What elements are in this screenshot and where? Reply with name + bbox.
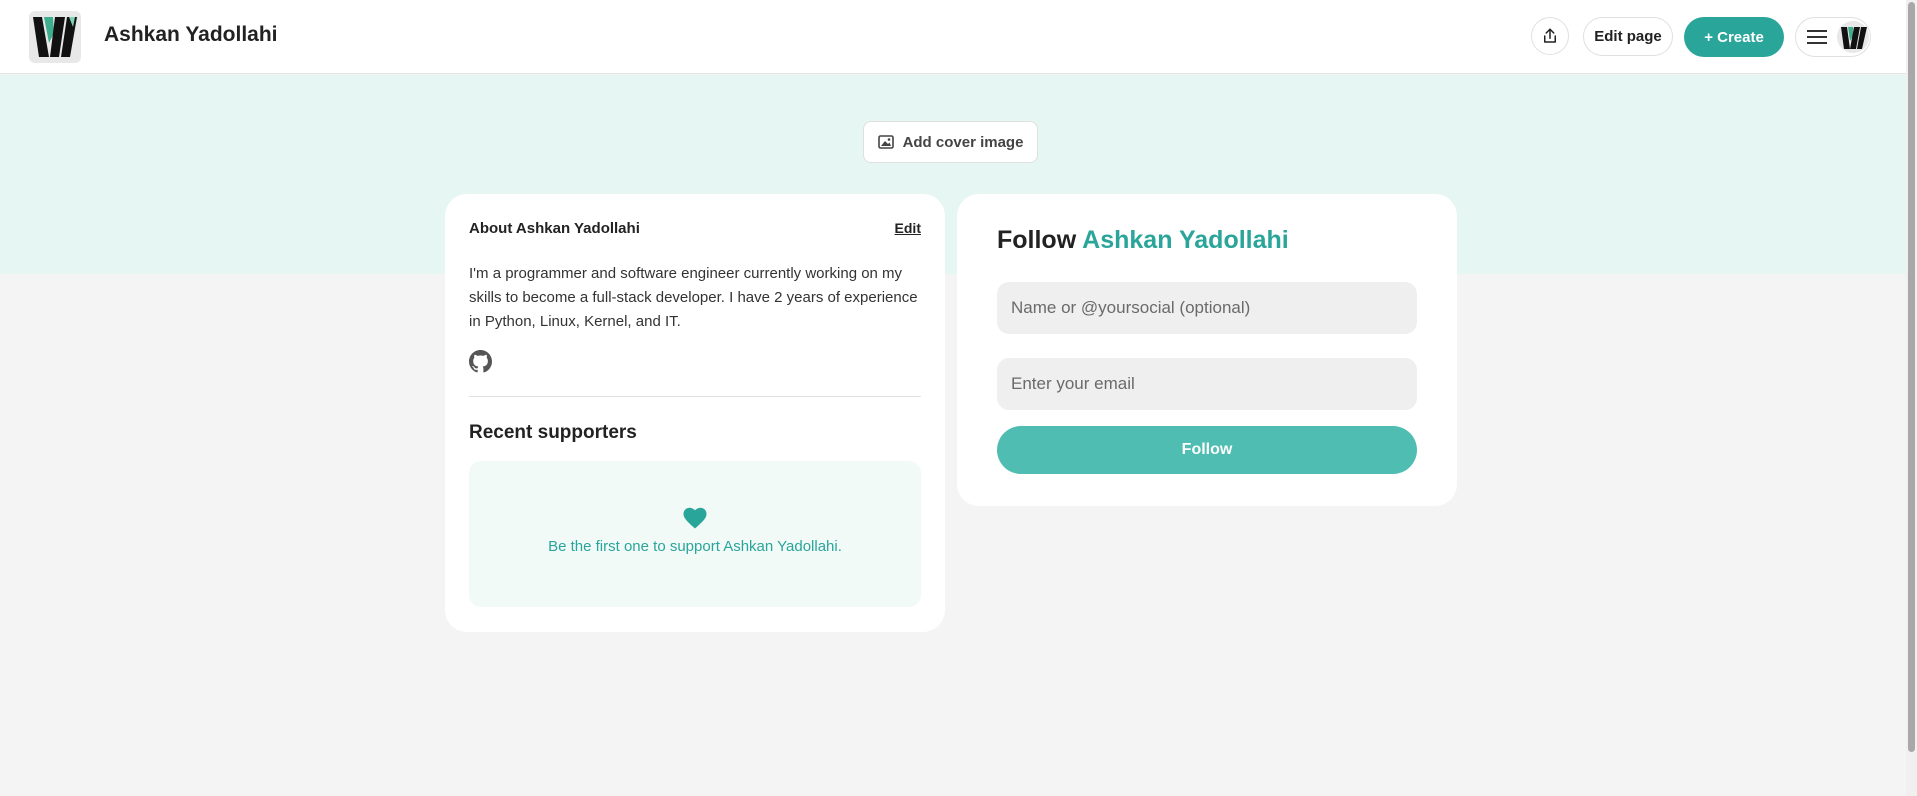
- follow-card: Follow Ashkan Yadollahi Follow: [957, 194, 1457, 506]
- about-card: About Ashkan Yadollahi Edit I'm a progra…: [445, 194, 945, 632]
- about-bio: I'm a programmer and software engineer c…: [469, 265, 918, 330]
- hamburger-menu-icon: [1807, 30, 1827, 44]
- avatar-icon: [1837, 21, 1869, 53]
- email-input[interactable]: [997, 358, 1417, 410]
- follow-title-name: Ashkan Yadollahi: [1082, 226, 1289, 254]
- follow-button[interactable]: Follow: [997, 426, 1417, 474]
- account-menu-button[interactable]: [1795, 17, 1871, 57]
- add-cover-image-button[interactable]: Add cover image: [863, 121, 1038, 163]
- supporters-empty-text: Be the first one to support Ashkan Yadol…: [548, 538, 842, 555]
- edit-page-button[interactable]: Edit page: [1583, 17, 1673, 56]
- top-bar: Ashkan Yadollahi Edit page + Create: [0, 0, 1906, 74]
- create-button[interactable]: + Create: [1684, 17, 1784, 57]
- divider: [469, 396, 921, 397]
- github-icon[interactable]: [469, 350, 492, 373]
- about-edit-link[interactable]: Edit: [895, 220, 921, 236]
- share-button[interactable]: [1531, 17, 1569, 55]
- share-icon: [1544, 28, 1556, 43]
- about-heading: About Ashkan Yadollahi: [469, 220, 640, 237]
- follow-title-prefix: Follow: [997, 226, 1083, 254]
- image-icon: [877, 135, 894, 149]
- scrollbar[interactable]: [1906, 0, 1917, 796]
- add-cover-image-label: Add cover image: [902, 133, 1024, 151]
- supporters-empty-state: Be the first one to support Ashkan Yadol…: [469, 461, 921, 607]
- recent-supporters-heading: Recent supporters: [469, 422, 637, 443]
- page-title: Ashkan Yadollahi: [104, 23, 278, 46]
- logo-icon[interactable]: [29, 11, 81, 63]
- follow-title: Follow Ashkan Yadollahi: [997, 226, 1289, 255]
- scrollbar-thumb[interactable]: [1908, 2, 1915, 752]
- cover-area: [0, 75, 1906, 274]
- name-input[interactable]: [997, 282, 1417, 334]
- heart-icon: [683, 507, 707, 529]
